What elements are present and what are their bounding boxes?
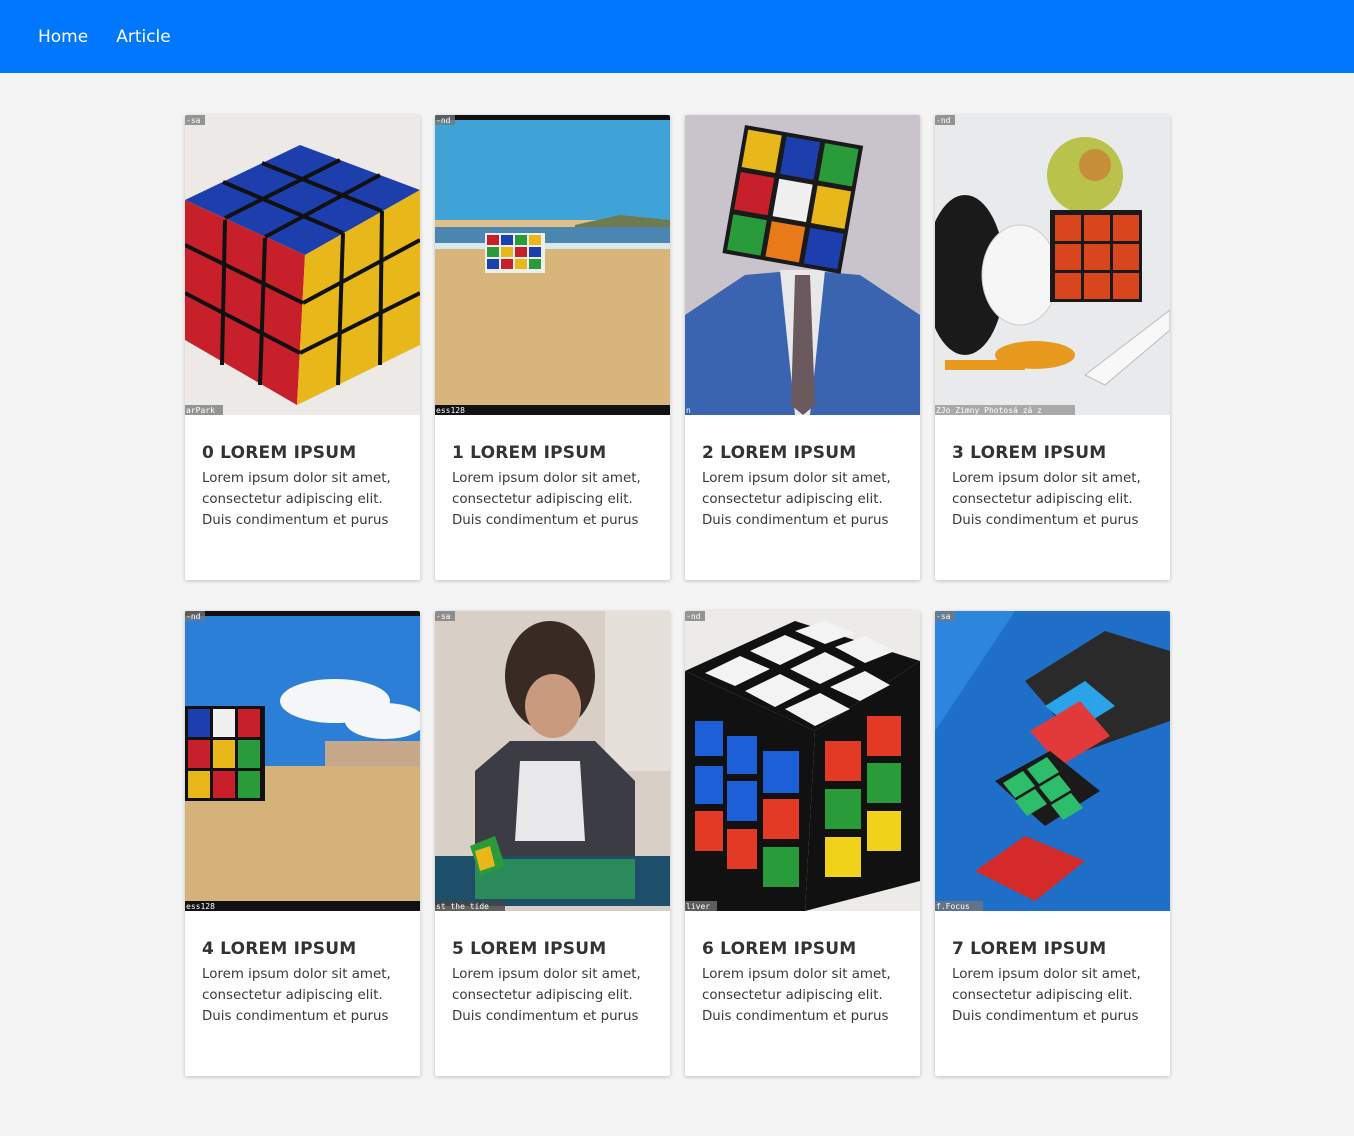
credit-text: n xyxy=(686,406,691,415)
card-image-boy-cube: st the tide -sa xyxy=(435,611,670,911)
card-text-line: Lorem ipsum dolor sit amet, xyxy=(952,471,1141,486)
card-body: 7 LOREM IPSUM Lorem ipsum dolor sit amet… xyxy=(935,911,1170,1027)
card-description: Lorem ipsum dolor sit amet, consectetur … xyxy=(702,964,903,1027)
card-5[interactable]: st the tide -sa 5 LOREM IPSUM Lorem ipsu… xyxy=(435,611,670,1076)
card-description: Lorem ipsum dolor sit amet, consectetur … xyxy=(452,964,653,1027)
cube-sand-sky-photo: ess128 -nd xyxy=(185,611,420,911)
card-text-line: Duis condimentum et purus xyxy=(952,1009,1139,1024)
card-text-line: consectetur adipiscing elit. xyxy=(452,988,633,1003)
card-text-line: Lorem ipsum dolor sit amet, xyxy=(202,471,391,486)
card-text-line: Lorem ipsum dolor sit amet, xyxy=(452,967,641,982)
card-body: 4 LOREM IPSUM Lorem ipsum dolor sit amet… xyxy=(185,911,420,1027)
card-text-line: Lorem ipsum dolor sit amet, xyxy=(702,967,891,982)
card-text-line: consectetur adipiscing elit. xyxy=(952,492,1133,507)
card-title: 6 LOREM IPSUM xyxy=(702,939,857,959)
card-image-beach: ess128 -nd xyxy=(435,115,670,415)
card-description: Lorem ipsum dolor sit amet, consectetur … xyxy=(452,468,653,531)
card-description: Lorem ipsum dolor sit amet, consectetur … xyxy=(952,468,1153,531)
card-image-rubiks-cube: arPark -sa xyxy=(185,115,420,415)
nav-article-link[interactable]: Article xyxy=(116,27,171,47)
card-title: 2 LOREM IPSUM xyxy=(702,443,857,463)
license-tag: -sa xyxy=(186,116,201,125)
card-image-stacked-puzzles: f.Focus -sa xyxy=(935,611,1170,911)
top-navbar: Home Article xyxy=(0,0,1354,73)
card-7[interactable]: f.Focus -sa 7 LOREM IPSUM Lorem ipsum do… xyxy=(935,611,1170,1076)
card-title: 3 LOREM IPSUM xyxy=(952,443,1107,463)
card-text-line: Lorem ipsum dolor sit amet, xyxy=(452,471,641,486)
card-title: 1 LOREM IPSUM xyxy=(452,443,607,463)
credit-text: f.Focus xyxy=(936,902,970,911)
card-text-line: Lorem ipsum dolor sit amet, xyxy=(702,471,891,486)
license-tag: -sa xyxy=(936,612,951,621)
black-cube-photo: liver -nd xyxy=(685,611,920,911)
card-body: 1 LOREM IPSUM Lorem ipsum dolor sit amet… xyxy=(435,415,670,531)
card-description: Lorem ipsum dolor sit amet, consectetur … xyxy=(702,468,903,531)
stacked-puzzles-photo: f.Focus -sa xyxy=(935,611,1170,911)
card-text-line: Lorem ipsum dolor sit amet, xyxy=(952,967,1141,982)
credit-text: liver xyxy=(686,902,710,911)
card-1[interactable]: ess128 -nd 1 LOREM IPSUM Lorem ipsum dol… xyxy=(435,115,670,580)
card-text-line: Duis condimentum et purus xyxy=(702,1009,889,1024)
card-text-line: Duis condimentum et purus xyxy=(702,513,889,528)
card-2[interactable]: n 2 LOREM IPSUM Lorem ipsum dolor sit am… xyxy=(685,115,920,580)
card-body: 6 LOREM IPSUM Lorem ipsum dolor sit amet… xyxy=(685,911,920,1027)
card-image-black-cube: liver -nd xyxy=(685,611,920,911)
beach-cube-photo: ess128 -nd xyxy=(435,115,670,415)
card-title: 4 LOREM IPSUM xyxy=(202,939,357,959)
card-title: 5 LOREM IPSUM xyxy=(452,939,607,959)
rubiks-cube-photo: arPark -sa xyxy=(185,115,420,415)
credit-text: ess128 xyxy=(186,902,215,911)
credit-text: ess128 xyxy=(436,406,465,415)
card-grid: arPark -sa 0 LOREM IPSUM Lorem ipsum dol… xyxy=(185,115,1170,1076)
card-text-line: consectetur adipiscing elit. xyxy=(452,492,633,507)
card-text-line: Duis condimentum et purus xyxy=(202,1009,389,1024)
card-0[interactable]: arPark -sa 0 LOREM IPSUM Lorem ipsum dol… xyxy=(185,115,420,580)
card-text-line: Duis condimentum et purus xyxy=(452,1009,639,1024)
cube-head-man-photo: n xyxy=(685,115,920,415)
card-4[interactable]: ess128 -nd 4 LOREM IPSUM Lorem ipsum dol… xyxy=(185,611,420,1076)
card-body: 3 LOREM IPSUM Lorem ipsum dolor sit amet… xyxy=(935,415,1170,531)
license-tag: -sa xyxy=(436,612,451,621)
card-description: Lorem ipsum dolor sit amet, consectetur … xyxy=(202,468,403,531)
license-tag: -nd xyxy=(186,612,201,621)
license-tag: -nd xyxy=(436,116,451,125)
card-title: 7 LOREM IPSUM xyxy=(952,939,1107,959)
card-image-cube-head: n xyxy=(685,115,920,415)
card-text-line: Lorem ipsum dolor sit amet, xyxy=(202,967,391,982)
card-text-line: Duis condimentum et purus xyxy=(202,513,389,528)
card-description: Lorem ipsum dolor sit amet, consectetur … xyxy=(952,964,1153,1027)
credit-text: st the tide xyxy=(436,902,489,911)
card-text-line: consectetur adipiscing elit. xyxy=(702,492,883,507)
card-description: Lorem ipsum dolor sit amet, consectetur … xyxy=(202,964,403,1027)
card-text-line: consectetur adipiscing elit. xyxy=(202,988,383,1003)
license-tag: -nd xyxy=(686,612,701,621)
card-body: 2 LOREM IPSUM Lorem ipsum dolor sit amet… xyxy=(685,415,920,531)
card-body: 0 LOREM IPSUM Lorem ipsum dolor sit amet… xyxy=(185,415,420,531)
card-image-sand-sky: ess128 -nd xyxy=(185,611,420,911)
card-3[interactable]: ZJo Zimny Photosá zá z -nd 3 LOREM IPSUM… xyxy=(935,115,1170,580)
nav-home-link[interactable]: Home xyxy=(38,27,88,47)
license-tag: -nd xyxy=(936,116,951,125)
card-image-still-life: ZJo Zimny Photosá zá z -nd xyxy=(935,115,1170,415)
cube-still-life-photo: ZJo Zimny Photosá zá z -nd xyxy=(935,115,1170,415)
card-text-line: consectetur adipiscing elit. xyxy=(952,988,1133,1003)
card-title: 0 LOREM IPSUM xyxy=(202,443,357,463)
card-body: 5 LOREM IPSUM Lorem ipsum dolor sit amet… xyxy=(435,911,670,1027)
card-text-line: consectetur adipiscing elit. xyxy=(202,492,383,507)
card-text-line: Duis condimentum et purus xyxy=(452,513,639,528)
credit-text: arPark xyxy=(186,406,215,415)
card-6[interactable]: liver -nd 6 LOREM IPSUM Lorem ipsum dolo… xyxy=(685,611,920,1076)
card-text-line: consectetur adipiscing elit. xyxy=(702,988,883,1003)
boy-solving-cube-photo: st the tide -sa xyxy=(435,611,670,911)
credit-text: ZJo Zimny Photosá zá z xyxy=(936,406,1042,415)
card-text-line: Duis condimentum et purus xyxy=(952,513,1139,528)
